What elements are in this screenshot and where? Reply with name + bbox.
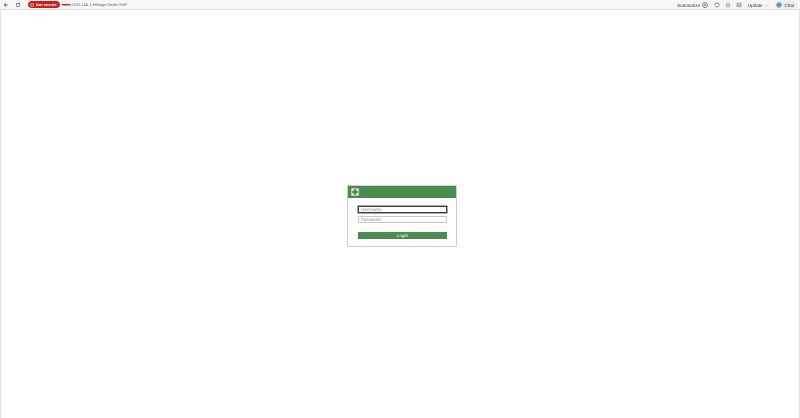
- summarize-icon: [702, 2, 708, 8]
- summarize-button[interactable]: Summarize: [677, 2, 708, 8]
- address-bar[interactable]: Not secure https://192.168.1.99/login?re…: [28, 1, 127, 9]
- back-arrow-icon[interactable]: [2, 1, 10, 9]
- security-label: Not secure: [36, 2, 57, 7]
- chat-button[interactable]: Chat: [775, 1, 797, 9]
- update-label: Update: [747, 2, 763, 8]
- sync-icon[interactable]: [714, 2, 721, 9]
- login-header: [348, 186, 456, 198]
- more-menu-icon[interactable]: ···: [764, 3, 770, 8]
- username-input[interactable]: [358, 206, 447, 213]
- security-indicator[interactable]: Not secure: [28, 1, 60, 8]
- login-panel: Login: [347, 185, 457, 247]
- cross-logo-icon: [351, 188, 359, 196]
- page-viewport: Login: [0, 10, 800, 418]
- chat-label: Chat: [784, 2, 794, 8]
- toolbar-right: Summarize Update ··· Chat: [677, 0, 797, 10]
- chat-logo-icon: [776, 2, 783, 8]
- update-button[interactable]: Update ···: [748, 3, 771, 8]
- avatar-icon[interactable]: [736, 2, 743, 9]
- star-icon[interactable]: [725, 2, 732, 9]
- reload-icon[interactable]: [14, 1, 22, 9]
- url-rest: ://192.168.1.99/login?redir=%2F: [70, 2, 128, 7]
- summarize-label: Summarize: [677, 2, 700, 8]
- login-button[interactable]: Login: [358, 232, 447, 239]
- password-input[interactable]: [358, 216, 447, 223]
- browser-toolbar: Not secure https://192.168.1.99/login?re…: [0, 0, 800, 10]
- warning-icon: [30, 2, 34, 7]
- url-text[interactable]: https://192.168.1.99/login?redir=%2F: [62, 2, 128, 7]
